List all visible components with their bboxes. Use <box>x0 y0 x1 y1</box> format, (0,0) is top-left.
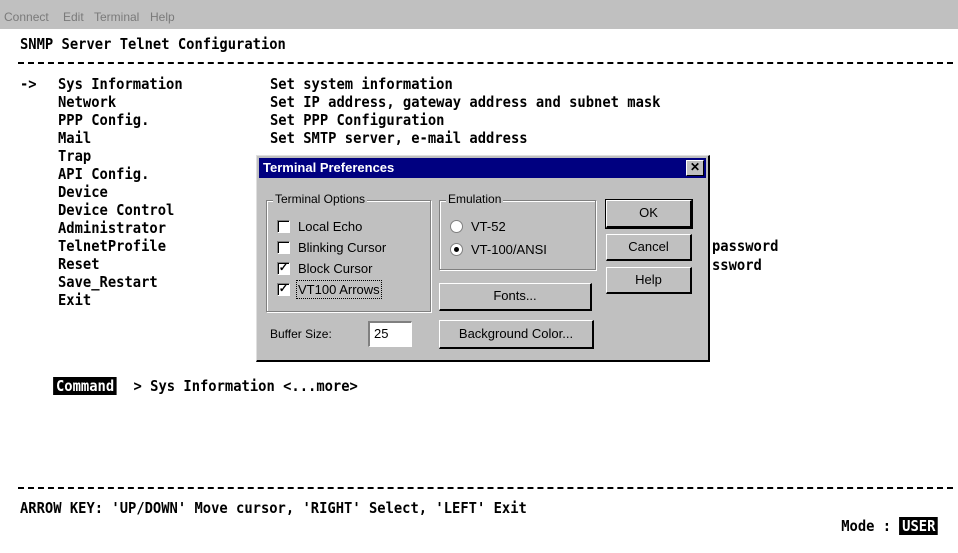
menu-item-telnetprofile[interactable]: TelnetProfile <box>58 237 166 255</box>
blinking-cursor-checkbox[interactable]: Blinking Cursor <box>277 238 386 256</box>
checkmark-icon[interactable]: ✓ <box>277 282 290 296</box>
mode-label: Mode : <box>841 517 892 535</box>
terminal-options-group: Terminal Options Local Echo Blinking Cur… <box>266 192 431 312</box>
menu-item-device-control[interactable]: Device Control <box>58 201 174 219</box>
mode-value: USER <box>899 517 939 535</box>
emulation-label: Emulation <box>446 192 504 206</box>
terminal-options-label: Terminal Options <box>273 192 368 206</box>
command-text: > Sys Information <...more> <box>133 377 358 395</box>
desc-mail: Set SMTP server, e-mail address <box>270 129 528 147</box>
top-divider <box>18 62 953 64</box>
menu-item-reset[interactable]: Reset <box>58 255 100 273</box>
radio-selected-icon[interactable] <box>450 242 463 256</box>
vt100-ansi-label: VT-100/ANSI <box>471 241 547 257</box>
desc-sys-information: Set system information <box>270 75 453 93</box>
vt52-radio[interactable]: VT-52 <box>450 217 506 235</box>
menu-item-exit[interactable]: Exit <box>58 291 91 309</box>
menu-item-administrator[interactable]: Administrator <box>58 219 166 237</box>
menu-help[interactable]: Help <box>150 10 175 24</box>
dialog-titlebar[interactable]: Terminal Preferences ✕ <box>259 158 706 178</box>
close-icon[interactable]: ✕ <box>686 160 704 176</box>
bottom-divider <box>18 487 953 489</box>
menu-item-ppp-config[interactable]: PPP Config. <box>58 111 149 129</box>
menu-item-network[interactable]: Network <box>58 93 116 111</box>
blinking-cursor-label: Blinking Cursor <box>298 239 387 255</box>
desc-ppp-config: Set PPP Configuration <box>270 111 445 129</box>
menu-item-device[interactable]: Device <box>58 183 108 201</box>
menu-terminal[interactable]: Terminal <box>94 10 139 24</box>
command-prompt: Command > Sys Information <...more> <box>20 359 358 413</box>
desc-network: Set IP address, gateway address and subn… <box>270 93 661 111</box>
dialog-title: Terminal Preferences <box>263 160 395 175</box>
menu-item-sys-information[interactable]: Sys Information <box>58 75 183 93</box>
menu-bar: Connect Edit Terminal Help <box>0 0 958 29</box>
checkmark-icon[interactable]: ✓ <box>277 261 290 275</box>
ok-button[interactable]: OK <box>605 199 693 229</box>
footer-help: ARROW KEY: 'UP/DOWN' Move cursor, 'RIGHT… <box>20 499 527 517</box>
cancel-button[interactable]: Cancel <box>606 234 692 261</box>
menu-connect[interactable]: Connect <box>4 10 49 24</box>
menu-item-trap[interactable]: Trap <box>58 147 91 165</box>
terminal-header: SNMP Server Telnet Configuration <box>20 35 286 53</box>
terminal-preferences-dialog: Terminal Preferences ✕ Terminal Options … <box>256 155 710 362</box>
menu-edit[interactable]: Edit <box>63 10 84 24</box>
checkbox-icon[interactable] <box>277 219 290 233</box>
radio-icon[interactable] <box>450 219 463 233</box>
background-color-button[interactable]: Background Color... <box>439 320 594 349</box>
emulation-group: Emulation VT-52 VT-100/ANSI <box>439 192 596 270</box>
block-cursor-label: Block Cursor <box>298 260 373 276</box>
local-echo-checkbox[interactable]: Local Echo <box>277 217 362 235</box>
desc-administrator: password <box>712 237 779 255</box>
vt100-arrows-checkbox[interactable]: ✓ VT100 Arrows <box>277 279 382 299</box>
checkbox-icon[interactable] <box>277 240 290 254</box>
block-cursor-checkbox[interactable]: ✓ Block Cursor <box>277 259 372 277</box>
desc-telnetprofile: ssword <box>712 256 762 274</box>
vt52-label: VT-52 <box>471 218 506 234</box>
vt100-ansi-radio[interactable]: VT-100/ANSI <box>450 240 547 258</box>
command-label: Command <box>53 377 117 395</box>
menu-item-mail[interactable]: Mail <box>58 129 91 147</box>
menu-item-save-restart[interactable]: Save_Restart <box>58 273 158 291</box>
menu-item-api-config[interactable]: API Config. <box>58 165 149 183</box>
vt100-arrows-label: VT100 Arrows <box>296 279 382 299</box>
local-echo-label: Local Echo <box>298 218 363 234</box>
buffer-size-label: Buffer Size: <box>270 327 332 341</box>
mode-indicator: Mode : USER <box>808 499 939 553</box>
cursor-marker: -> <box>20 75 37 93</box>
buffer-size-input[interactable]: 25 <box>368 321 412 347</box>
fonts-button[interactable]: Fonts... <box>439 283 592 311</box>
help-button[interactable]: Help <box>606 267 692 294</box>
